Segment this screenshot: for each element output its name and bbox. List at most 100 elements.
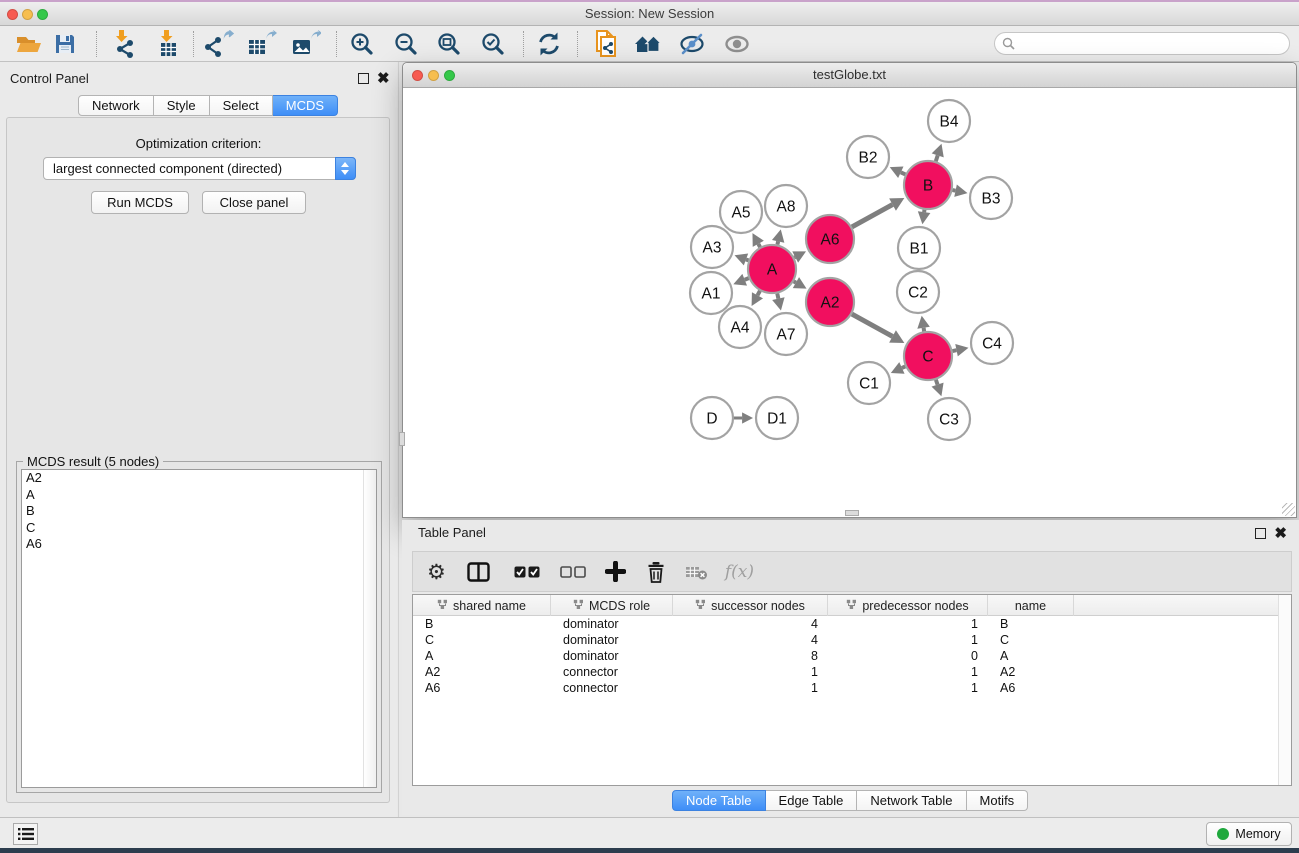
- node-table[interactable]: shared nameMCDS rolesuccessor nodesprede…: [412, 594, 1292, 786]
- table-cell[interactable]: connector: [551, 680, 673, 696]
- deselect-all-columns-icon[interactable]: [560, 566, 586, 578]
- table-cell[interactable]: 1: [673, 680, 828, 696]
- table-cell[interactable]: 1: [828, 632, 988, 648]
- table-cell[interactable]: A: [988, 648, 1074, 664]
- table-row[interactable]: Bdominator41B: [413, 616, 1291, 632]
- zoom-window-button[interactable]: [37, 9, 48, 20]
- export-table-icon[interactable]: [244, 29, 280, 59]
- graph-edge[interactable]: [852, 314, 893, 336]
- splitter-grip-horizontal[interactable]: [845, 510, 859, 516]
- table-cell[interactable]: 1: [828, 664, 988, 680]
- network-window-titlebar[interactable]: testGlobe.txt: [403, 63, 1296, 88]
- graph-edge[interactable]: [901, 172, 906, 174]
- minimize-window-button[interactable]: [22, 9, 33, 20]
- optimization-criterion-dropdown[interactable]: largest connected component (directed): [43, 157, 356, 180]
- table-row[interactable]: Adominator80A: [413, 648, 1291, 664]
- select-all-columns-icon[interactable]: [514, 566, 540, 578]
- network-minimize-button[interactable]: [428, 70, 439, 81]
- table-row[interactable]: A6connector11A6: [413, 680, 1291, 696]
- mcds-result-item[interactable]: A: [22, 487, 376, 504]
- graph-edge[interactable]: [936, 155, 938, 161]
- graph-edge[interactable]: [777, 293, 778, 298]
- mcds-result-list[interactable]: A2ABCA6: [21, 469, 377, 788]
- delete-columns-icon[interactable]: [646, 561, 666, 583]
- first-neighbors-icon[interactable]: [630, 29, 666, 59]
- graph-edge[interactable]: [758, 244, 760, 247]
- dropdown-stepper-icon[interactable]: [335, 157, 356, 180]
- create-column-icon[interactable]: [605, 561, 626, 582]
- tab-network-table[interactable]: Network Table: [857, 790, 966, 811]
- graph-edge[interactable]: [794, 257, 795, 258]
- column-header-shared-name[interactable]: shared name: [413, 595, 551, 616]
- splitter-grip-vertical[interactable]: [399, 432, 405, 446]
- zoom-in-icon[interactable]: [344, 29, 380, 59]
- task-history-button[interactable]: [13, 823, 38, 845]
- zoom-fit-icon[interactable]: [431, 29, 467, 59]
- graph-edge[interactable]: [952, 190, 955, 191]
- graph-edge[interactable]: [757, 291, 759, 295]
- table-cell[interactable]: A2: [413, 664, 551, 680]
- network-close-button[interactable]: [412, 70, 423, 81]
- table-cell[interactable]: A6: [988, 680, 1074, 696]
- mcds-result-item[interactable]: A2: [22, 470, 376, 487]
- column-header-name[interactable]: name: [988, 595, 1074, 616]
- open-session-icon[interactable]: [11, 29, 47, 59]
- column-header-predecessor-nodes[interactable]: predecessor nodes: [828, 595, 988, 616]
- graph-edge[interactable]: [952, 350, 956, 351]
- table-float-panel-icon[interactable]: [1255, 528, 1266, 539]
- zoom-out-icon[interactable]: [388, 29, 424, 59]
- table-cell[interactable]: C: [988, 632, 1074, 648]
- tab-node-table[interactable]: Node Table: [672, 790, 766, 811]
- show-hide-columns-icon[interactable]: [467, 562, 490, 582]
- table-cell[interactable]: dominator: [551, 632, 673, 648]
- graph-edge[interactable]: [924, 328, 925, 332]
- table-close-panel-icon[interactable]: ✖: [1274, 528, 1287, 539]
- table-cell[interactable]: C: [413, 632, 551, 648]
- network-zoom-button[interactable]: [444, 70, 455, 81]
- tab-style[interactable]: Style: [154, 95, 210, 116]
- resize-grip-icon[interactable]: [1282, 503, 1295, 516]
- delete-table-icon[interactable]: [685, 564, 708, 580]
- table-cell[interactable]: A6: [413, 680, 551, 696]
- graph-edge[interactable]: [777, 241, 778, 244]
- network-canvas[interactable]: B4B2BB3A8A5A6A3B1AC2A1A2A4A7C4CC1C3DD1: [403, 89, 1296, 517]
- graph-edge[interactable]: [852, 205, 893, 227]
- import-table-icon[interactable]: [149, 29, 185, 59]
- table-cell[interactable]: 4: [673, 632, 828, 648]
- float-panel-icon[interactable]: [358, 73, 369, 84]
- table-cell[interactable]: 1: [828, 680, 988, 696]
- close-window-button[interactable]: [7, 9, 18, 20]
- tab-mcds[interactable]: MCDS: [273, 95, 338, 116]
- close-panel-button[interactable]: Close panel: [202, 191, 306, 214]
- search-input[interactable]: [1020, 36, 1282, 52]
- graph-edge[interactable]: [794, 281, 796, 282]
- mcds-result-item[interactable]: B: [22, 503, 376, 520]
- table-cell[interactable]: dominator: [551, 648, 673, 664]
- graph-edge[interactable]: [745, 278, 749, 280]
- close-panel-icon[interactable]: ✖: [377, 73, 390, 84]
- zoom-selected-icon[interactable]: [475, 29, 511, 59]
- show-graphics-details-icon[interactable]: [719, 29, 755, 59]
- tab-select[interactable]: Select: [210, 95, 273, 116]
- tab-network[interactable]: Network: [78, 95, 154, 116]
- search-box[interactable]: [994, 32, 1290, 55]
- table-cell[interactable]: B: [413, 616, 551, 632]
- memory-button[interactable]: Memory: [1206, 822, 1292, 846]
- table-row[interactable]: Cdominator41C: [413, 632, 1291, 648]
- table-cell[interactable]: A: [413, 648, 551, 664]
- table-cell[interactable]: 0: [828, 648, 988, 664]
- table-cell[interactable]: B: [988, 616, 1074, 632]
- table-cell[interactable]: 4: [673, 616, 828, 632]
- tab-edge-table[interactable]: Edge Table: [766, 790, 858, 811]
- graph-edge[interactable]: [936, 380, 938, 385]
- column-header-successor-nodes[interactable]: successor nodes: [673, 595, 828, 616]
- table-settings-icon[interactable]: ⚙: [427, 560, 446, 584]
- refresh-icon[interactable]: [531, 29, 567, 59]
- table-cell[interactable]: 1: [828, 616, 988, 632]
- export-image-icon[interactable]: [288, 29, 324, 59]
- mcds-list-scrollbar[interactable]: [363, 470, 376, 787]
- table-row[interactable]: A2connector11A2: [413, 664, 1291, 680]
- table-cell[interactable]: connector: [551, 664, 673, 680]
- run-mcds-button[interactable]: Run MCDS: [91, 191, 189, 214]
- table-scrollbar[interactable]: [1278, 595, 1291, 785]
